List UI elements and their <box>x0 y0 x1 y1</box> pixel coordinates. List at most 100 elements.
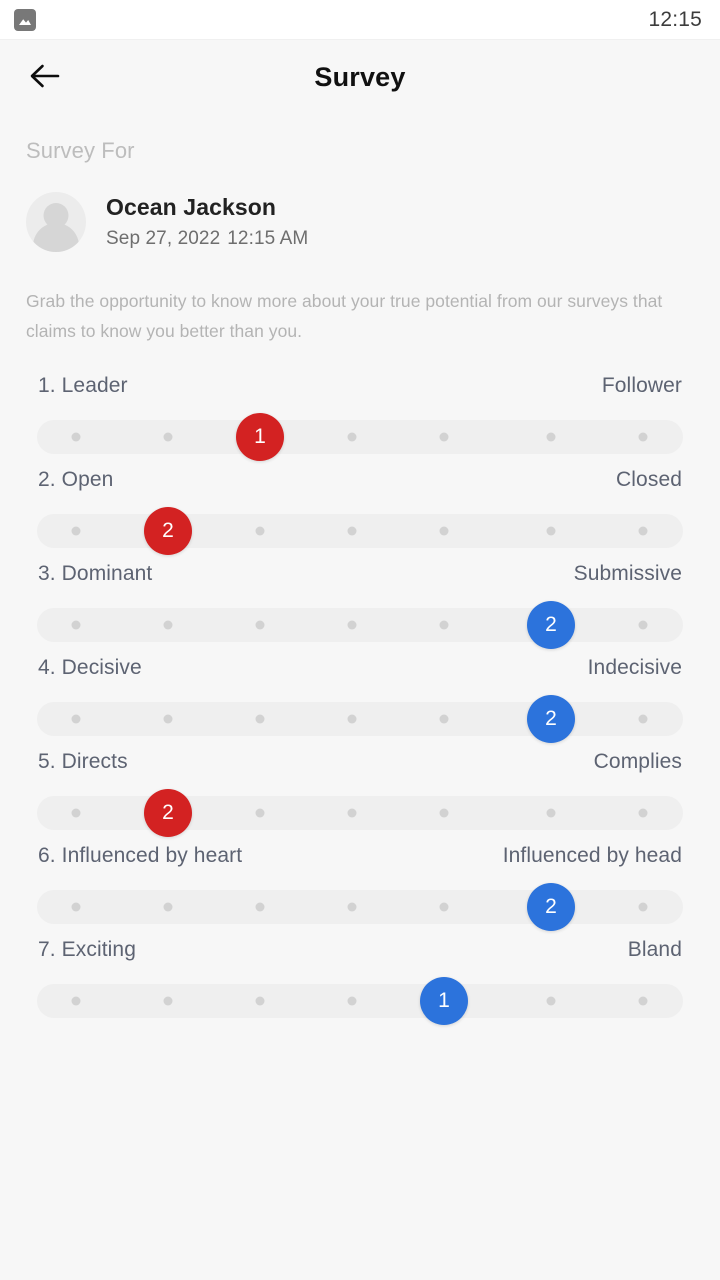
slider-tick-dot <box>439 432 449 442</box>
slider-tick-dot <box>439 526 449 536</box>
question-slider[interactable]: 2 <box>37 695 683 744</box>
slider-tick-dot <box>255 526 265 536</box>
slider-tick-dot <box>347 714 357 724</box>
slider-tick-dot <box>439 620 449 630</box>
slider-tick-dot <box>638 996 648 1006</box>
question-labels: 7. Exciting Bland <box>26 938 694 962</box>
slider-tick-dot <box>546 808 556 818</box>
slider-knob[interactable]: 1 <box>420 977 468 1026</box>
slider-tick-dot <box>439 808 449 818</box>
status-bar-clock: 12:15 <box>648 7 702 31</box>
question-right-label: Influenced by head <box>502 844 682 868</box>
question-right-label: Closed <box>616 468 682 492</box>
questions-list: 1. Leader Follower 1 2. Open Closed 2 3. Domin… <box>26 374 694 1026</box>
question-slider[interactable]: 1 <box>37 977 683 1026</box>
question-slider[interactable]: 2 <box>37 883 683 932</box>
slider-tick-dot <box>439 714 449 724</box>
question-slider[interactable]: 2 <box>37 507 683 556</box>
back-button[interactable] <box>22 54 68 100</box>
respondent-name: Ocean Jackson <box>106 194 277 220</box>
question-left-label: 1. Leader <box>38 374 128 398</box>
question-labels: 3. Dominant Submissive <box>26 562 694 586</box>
question-left-label: 5. Directs <box>38 750 128 774</box>
slider-tick-dot <box>71 620 81 630</box>
question-slider[interactable]: 2 <box>37 789 683 838</box>
question-labels: 6. Influenced by heart Influenced by head <box>26 844 694 868</box>
respondent-date: Sep 27, 2022 <box>106 228 221 249</box>
question-left-label: 7. Exciting <box>38 938 136 962</box>
survey-respondent: Ocean Jackson Sep 27, 2022 12:15 AM <box>26 192 694 252</box>
question-labels: 5. Directs Complies <box>26 750 694 774</box>
question-labels: 2. Open Closed <box>26 468 694 492</box>
respondent-info: Ocean Jackson Sep 27, 2022 12:15 AM <box>106 194 308 250</box>
question-row: 2. Open Closed 2 <box>26 468 694 556</box>
question-labels: 1. Leader Follower <box>26 374 694 398</box>
slider-tick-dot <box>71 808 81 818</box>
question-row: 3. Dominant Submissive 2 <box>26 562 694 650</box>
slider-knob[interactable]: 2 <box>527 601 575 650</box>
slider-tick-dot <box>163 620 173 630</box>
survey-content: Survey For Ocean Jackson Sep 27, 2022 12:… <box>0 138 720 1026</box>
slider-tick-dot <box>347 808 357 818</box>
slider-tick-dot <box>163 714 173 724</box>
question-right-label: Bland <box>627 938 682 962</box>
avatar <box>26 192 86 252</box>
question-row: 5. Directs Complies 2 <box>26 750 694 838</box>
slider-tick-dot <box>255 620 265 630</box>
survey-description: Grab the opportunity to know more about … <box>26 291 663 342</box>
app-bar: Survey <box>0 40 720 114</box>
slider-tick-dot <box>439 902 449 912</box>
slider-tick-dot <box>71 714 81 724</box>
question-left-label: 3. Dominant <box>38 562 153 586</box>
respondent-timestamp: Sep 27, 2022 12:15 AM <box>106 228 308 250</box>
slider-tick-dot <box>255 808 265 818</box>
question-right-label: Submissive <box>573 562 682 586</box>
question-right-label: Complies <box>593 750 682 774</box>
slider-tick-dot <box>546 526 556 536</box>
slider-tick-dot <box>546 432 556 442</box>
question-row: 7. Exciting Bland 1 <box>26 938 694 1026</box>
question-left-label: 4. Decisive <box>38 656 142 680</box>
slider-knob[interactable]: 2 <box>144 789 192 838</box>
slider-tick-dot <box>638 808 648 818</box>
slider-tick-dot <box>71 996 81 1006</box>
slider-tick-dot <box>71 432 81 442</box>
survey-for-label: Survey For <box>26 138 135 163</box>
slider-tick-dot <box>163 902 173 912</box>
slider-tick-dot <box>347 902 357 912</box>
slider-knob[interactable]: 1 <box>236 413 284 462</box>
page-title: Survey <box>314 61 406 92</box>
slider-tick-dot <box>347 526 357 536</box>
slider-tick-dot <box>638 714 648 724</box>
slider-tick-dot <box>638 526 648 536</box>
slider-tick-dot <box>347 432 357 442</box>
slider-tick-dot <box>163 996 173 1006</box>
question-row: 1. Leader Follower 1 <box>26 374 694 462</box>
slider-tick-dot <box>638 902 648 912</box>
slider-knob[interactable]: 2 <box>527 695 575 744</box>
question-right-label: Follower <box>601 374 682 398</box>
slider-tick-dot <box>255 902 265 912</box>
question-slider[interactable]: 1 <box>37 413 683 462</box>
question-row: 4. Decisive Indecisive 2 <box>26 656 694 744</box>
slider-tick-dot <box>255 996 265 1006</box>
slider-knob[interactable]: 2 <box>527 883 575 932</box>
question-left-label: 2. Open <box>38 468 114 492</box>
question-left-label: 6. Influenced by heart <box>38 844 243 868</box>
image-icon <box>14 8 36 31</box>
back-arrow-icon <box>29 63 61 92</box>
status-bar: 12:15 <box>0 0 720 40</box>
slider-tick-dot <box>163 432 173 442</box>
question-slider[interactable]: 2 <box>37 601 683 650</box>
slider-tick-dot <box>255 714 265 724</box>
slider-tick-dot <box>638 432 648 442</box>
slider-tick-dot <box>71 526 81 536</box>
slider-tick-dot <box>546 996 556 1006</box>
question-right-label: Indecisive <box>587 656 682 680</box>
slider-tick-dot <box>71 902 81 912</box>
avatar-body-shape <box>33 223 79 252</box>
slider-tick-dot <box>638 620 648 630</box>
question-labels: 4. Decisive Indecisive <box>26 656 694 680</box>
slider-knob[interactable]: 2 <box>144 507 192 556</box>
respondent-time: 12:15 AM <box>227 228 309 249</box>
